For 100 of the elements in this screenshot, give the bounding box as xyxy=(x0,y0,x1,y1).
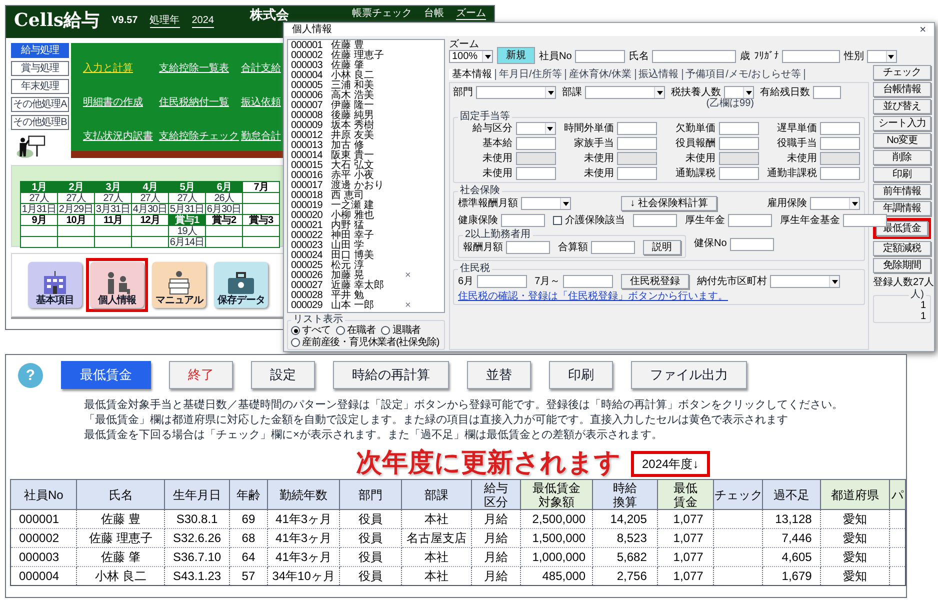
input-field[interactable] xyxy=(516,137,556,150)
side-button[interactable]: チェック xyxy=(873,65,931,80)
checkbox[interactable] xyxy=(553,216,562,225)
employee-list-item[interactable]: 000004 小林 良二 xyxy=(291,71,441,81)
toolbar-button[interactable]: 終了 xyxy=(169,361,233,389)
month-header[interactable]: 9月 xyxy=(21,215,58,226)
menu-link[interactable]: 支給控除チェック xyxy=(159,131,239,143)
month-header[interactable]: 3月 xyxy=(95,182,132,193)
toolbar-button[interactable]: 設定 xyxy=(251,361,315,389)
employee-list-item[interactable]: 000026 加藤 晃 × xyxy=(291,271,441,281)
dropdown-field[interactable] xyxy=(724,86,754,99)
employee-list-item[interactable]: 000003 佐藤 肇 xyxy=(291,61,441,71)
month-header[interactable]: 7月 xyxy=(243,182,280,193)
header-link[interactable]: 台帳 xyxy=(424,8,444,20)
employee-list-item[interactable]: 000021 内野 猛 xyxy=(291,221,441,231)
toolbar-button[interactable]: 最低賃金 xyxy=(61,361,151,389)
toolbar-button[interactable]: 時給の再計算 xyxy=(333,361,449,389)
employee-list-item[interactable]: 000017 渡邊 かおり xyxy=(291,181,441,191)
menu-link[interactable]: 振込依頼 xyxy=(241,97,281,109)
input-field[interactable] xyxy=(574,50,625,63)
side-button[interactable]: 前年情報 xyxy=(873,184,931,199)
nav-tab[interactable]: その他処理A xyxy=(11,97,69,112)
input-field[interactable] xyxy=(617,122,657,135)
employee-list-item[interactable]: 000008 後藤 純男 xyxy=(291,111,441,121)
nav-tab[interactable]: 賞与処理 xyxy=(11,61,69,76)
month-header[interactable]: 賞与3 xyxy=(243,215,280,226)
input-field[interactable] xyxy=(728,214,772,227)
employee-list-item[interactable]: 000027 近藤 幸太郎 xyxy=(291,281,441,291)
employee-list-item[interactable]: 000028 平井 勉 xyxy=(291,291,441,301)
radio-button[interactable] xyxy=(336,326,346,335)
input-field[interactable] xyxy=(563,275,614,288)
input-field[interactable] xyxy=(516,167,556,180)
employee-list-item[interactable]: 000016 赤平 小夜 xyxy=(291,171,441,181)
dropdown-field[interactable] xyxy=(810,197,860,210)
nav-tab[interactable]: その他処理B xyxy=(11,115,69,130)
header-link[interactable]: ズーム xyxy=(456,8,486,20)
header-link[interactable]: 帳票チェック xyxy=(352,8,412,20)
input-field[interactable] xyxy=(591,241,635,254)
side-button[interactable]: 印刷 xyxy=(873,167,931,182)
employee-list-item[interactable]: 000024 田口 博美 xyxy=(291,251,441,261)
month-header[interactable]: 10月 xyxy=(58,215,95,226)
month-header[interactable]: 5月 xyxy=(169,182,206,193)
tile-button[interactable]: マニュアル xyxy=(152,262,206,308)
dropdown-field[interactable] xyxy=(585,86,665,99)
menu-link[interactable]: 支払状況内訳書 xyxy=(83,131,153,143)
input-field[interactable] xyxy=(652,50,736,63)
input-field[interactable] xyxy=(633,214,677,227)
radio-button[interactable] xyxy=(381,326,390,335)
input-field[interactable] xyxy=(506,241,550,254)
input-field[interactable] xyxy=(730,238,774,250)
month-header[interactable]: 4月 xyxy=(132,182,169,193)
nav-tab[interactable]: 給与処理 xyxy=(11,43,69,58)
menu-link[interactable]: 勤怠合計 xyxy=(241,131,281,143)
tile-button[interactable]: 保存データ xyxy=(214,262,268,308)
employee-list-item[interactable]: 000015 大石 弘文 xyxy=(291,161,441,171)
month-header[interactable]: 12月 xyxy=(132,215,169,226)
dropdown-field[interactable] xyxy=(770,275,840,288)
radio-button[interactable] xyxy=(291,326,300,335)
nav-tab[interactable]: 年末処理 xyxy=(11,79,69,94)
input-field[interactable] xyxy=(476,275,527,288)
input-field[interactable] xyxy=(813,86,841,99)
employee-list-item[interactable]: 000018 西 恵司 xyxy=(291,191,441,201)
side-button[interactable]: 年調情報 xyxy=(873,201,931,216)
radio-button[interactable] xyxy=(291,338,300,347)
menu-link[interactable]: 住民税納付一覧 xyxy=(159,97,229,109)
input-field[interactable] xyxy=(820,137,860,150)
input-field[interactable] xyxy=(820,167,860,180)
input-field[interactable] xyxy=(501,214,545,227)
tile-button[interactable]: 基本項目 xyxy=(28,262,82,308)
month-header[interactable]: 1月 xyxy=(21,182,58,193)
tab[interactable]: 産休育休/休業 xyxy=(566,69,636,80)
employee-list-item[interactable]: 000023 山田 学 xyxy=(291,241,441,251)
input-field[interactable] xyxy=(718,137,758,150)
side-button[interactable]: 台帳情報 xyxy=(873,82,931,97)
action-button[interactable]: 説明 xyxy=(643,240,681,255)
employee-list-item[interactable]: 000019 一之瀬 建 xyxy=(291,201,441,211)
menu-link[interactable]: 明細書の作成 xyxy=(83,97,143,109)
input-field[interactable] xyxy=(617,137,657,150)
side-button[interactable]: 定額減税 xyxy=(873,241,931,256)
employee-list-item[interactable]: 000025 松元 淳 xyxy=(291,261,441,271)
action-button[interactable]: 住民税登録 xyxy=(621,274,690,289)
tab[interactable]: 基本情報 xyxy=(449,69,496,80)
employee-list-item[interactable]: 000013 加古 修 xyxy=(291,141,441,151)
employee-list-item[interactable]: 000012 井原 友美 xyxy=(291,131,441,141)
month-header[interactable]: 2月 xyxy=(58,182,95,193)
side-button[interactable]: 免除期間 xyxy=(873,258,931,273)
tab[interactable]: 振込情報 xyxy=(636,69,683,80)
input-field[interactable] xyxy=(782,50,840,63)
dropdown-field[interactable] xyxy=(516,122,556,135)
month-header[interactable]: 6月 xyxy=(206,182,243,193)
tile-button[interactable]: 個人情報 xyxy=(90,262,144,308)
new-button[interactable]: 新規 xyxy=(497,47,535,64)
month-header[interactable]: 11月 xyxy=(95,215,132,226)
employee-list-item[interactable]: 000002 佐藤 理恵子 xyxy=(291,51,441,61)
side-button[interactable]: 削除 xyxy=(873,150,931,165)
side-button[interactable]: 並び替え xyxy=(873,99,931,114)
help-link[interactable]: 住民税の確認・登録は「住民税登録」ボタンから行います。 xyxy=(458,291,860,302)
side-button[interactable]: No変更 xyxy=(873,133,931,148)
side-button[interactable]: シート入力 xyxy=(873,116,931,131)
month-header[interactable]: 賞与2 xyxy=(206,215,243,226)
